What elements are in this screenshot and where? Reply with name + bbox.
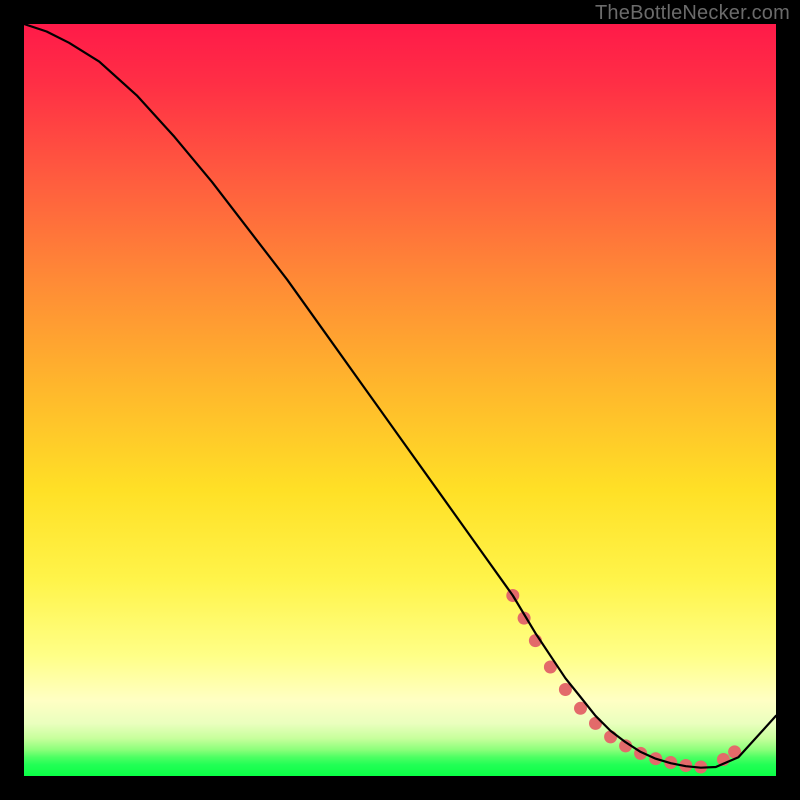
plot-area [24, 24, 776, 776]
chart-svg [24, 24, 776, 776]
curve-line [24, 24, 776, 768]
marker-group [506, 589, 741, 774]
marker-dot [604, 730, 617, 743]
watermark-text: TheBottleNecker.com [595, 2, 790, 25]
chart-stage: TheBottleNecker.com [0, 0, 800, 800]
